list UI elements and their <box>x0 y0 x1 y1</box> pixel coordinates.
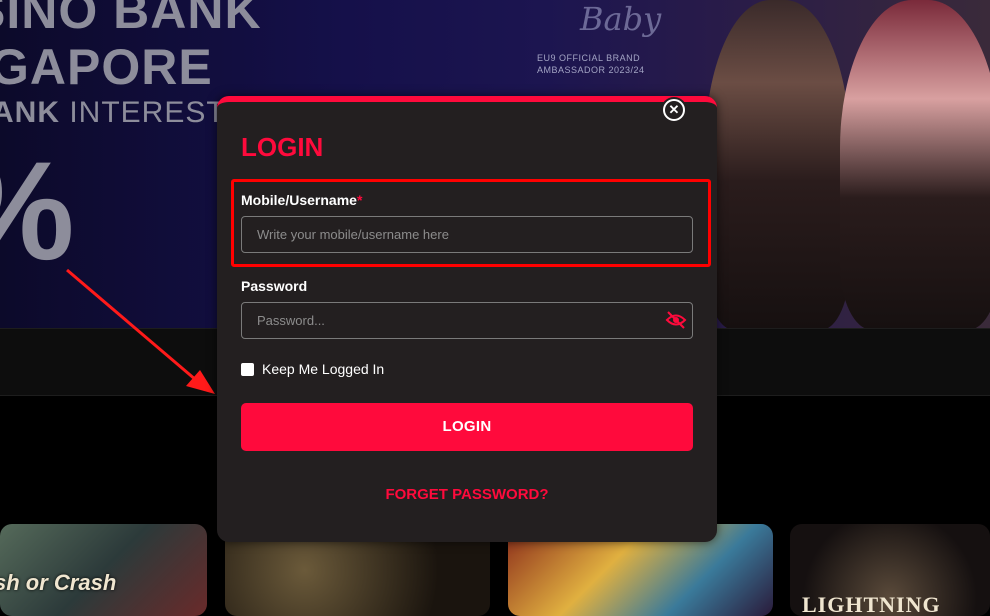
login-button[interactable]: LOGIN <box>241 403 693 451</box>
remember-checkbox[interactable] <box>241 362 254 376</box>
username-label: Mobile/Username* <box>241 192 362 208</box>
username-label-text: Mobile/Username <box>241 192 357 208</box>
forget-password-link[interactable]: FORGET PASSWORD? <box>217 486 717 503</box>
required-mark: * <box>356 192 363 208</box>
remember-label: Keep Me Logged In <box>262 361 385 377</box>
close-icon: ✕ <box>665 101 683 119</box>
username-input[interactable]: Write your mobile/username here <box>241 216 693 253</box>
login-modal: LOGIN Mobile/Username* Write your mobile… <box>217 96 717 542</box>
password-label: Password <box>241 278 308 294</box>
remember-me[interactable]: Keep Me Logged In <box>241 361 384 377</box>
close-button[interactable]: ✕ <box>661 97 687 123</box>
modal-title: LOGIN <box>241 132 324 162</box>
eye-slash-icon[interactable] <box>665 310 687 330</box>
password-input[interactable]: Password... <box>241 302 693 339</box>
